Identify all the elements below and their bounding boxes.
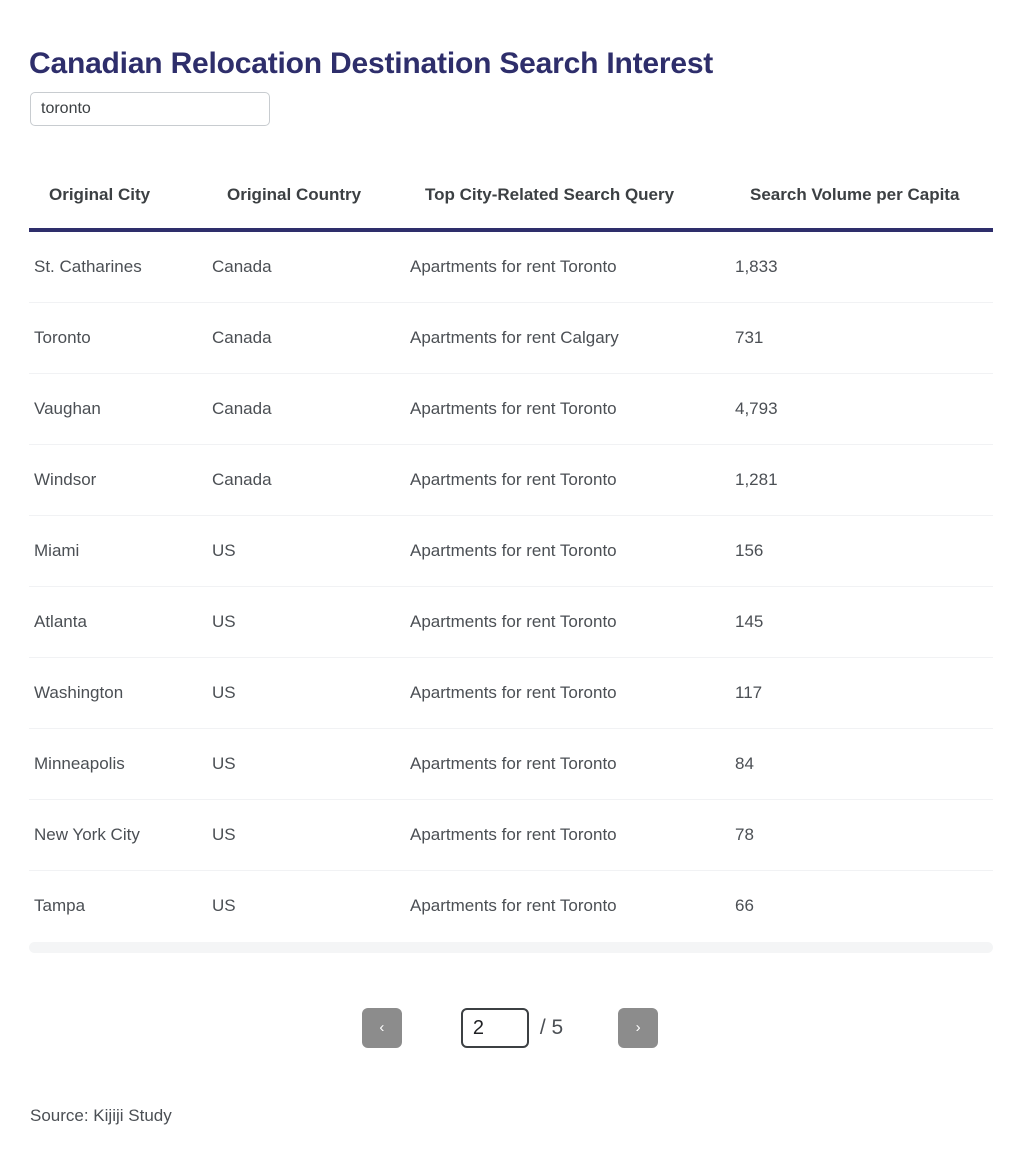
table-row: Windsor Canada Apartments for rent Toron… (29, 444, 993, 516)
cell-original-country: US (212, 896, 236, 915)
table-row: Tampa US Apartments for rent Toronto 66 (29, 871, 993, 942)
table-row: Miami US Apartments for rent Toronto 156 (29, 515, 993, 587)
cell-original-city: Windsor (29, 444, 207, 516)
chevron-left-icon: ‹ (379, 1019, 385, 1036)
cell-search-volume: 731 (730, 302, 993, 374)
cell-top-query: Apartments for rent Toronto (405, 657, 730, 729)
next-page-button[interactable]: › (618, 1008, 659, 1048)
source-note: Source: Kijiji Study (30, 1106, 172, 1125)
cell-search-volume: 117 (730, 657, 993, 729)
chevron-right-icon: › (635, 1019, 641, 1036)
cell-top-query: Apartments for rent Toronto (405, 444, 730, 516)
column-header-top-query[interactable]: Top City-Related Search Query (405, 170, 730, 232)
cell-top-query: Apartments for rent Toronto (405, 586, 730, 658)
pagination-controls: ‹ / 5 › (0, 1008, 1020, 1048)
cell-original-city: Miami (29, 515, 207, 587)
search-field-wrapper (30, 92, 270, 126)
table-row: Vaughan Canada Apartments for rent Toron… (29, 373, 993, 445)
cell-search-volume: 84 (730, 728, 993, 800)
cell-top-query: Apartments for rent Toronto (405, 230, 730, 303)
table-header-row: Original City Original Country Top City-… (29, 170, 993, 232)
cell-original-city: Tampa (34, 896, 86, 915)
page-root: Canadian Relocation Destination Search I… (0, 0, 1020, 1162)
column-header-original-country[interactable]: Original Country (207, 170, 405, 232)
cell-search-volume: 66 (735, 896, 754, 915)
cell-top-query: Apartments for rent Toronto (405, 728, 730, 800)
cell-original-city: St. Catharines (29, 230, 207, 303)
cell-original-country: Canada (207, 302, 405, 374)
table-row: St. Catharines Canada Apartments for ren… (29, 230, 993, 303)
total-pages-label: / 5 (539, 1016, 564, 1039)
cell-search-volume: 4,793 (730, 373, 993, 445)
cell-original-city: New York City (29, 799, 207, 871)
cell-search-volume: 145 (730, 586, 993, 658)
column-header-original-city[interactable]: Original City (29, 170, 207, 232)
cell-top-query: Apartments for rent Toronto (410, 896, 617, 915)
cell-search-volume: 156 (730, 515, 993, 587)
cell-top-query: Apartments for rent Calgary (405, 302, 730, 374)
cell-original-country: US (207, 657, 405, 729)
page-title: Canadian Relocation Destination Search I… (29, 47, 714, 81)
cell-search-volume: 1,281 (730, 444, 993, 516)
table-row: New York City US Apartments for rent Tor… (29, 799, 993, 871)
cell-original-city: Vaughan (29, 373, 207, 445)
table-body: St. Catharines Canada Apartments for ren… (29, 230, 993, 941)
table-row: Minneapolis US Apartments for rent Toron… (29, 728, 993, 800)
previous-page-button[interactable]: ‹ (361, 1008, 402, 1048)
cell-search-volume: 1,833 (730, 230, 993, 303)
cell-original-country: US (207, 799, 405, 871)
cell-search-volume: 78 (730, 799, 993, 871)
cell-top-query: Apartments for rent Toronto (405, 373, 730, 445)
cell-original-country: US (207, 515, 405, 587)
cell-original-city: Minneapolis (29, 728, 207, 800)
cell-top-query: Apartments for rent Toronto (405, 515, 730, 587)
search-input[interactable] (30, 92, 270, 126)
table-row: Washington US Apartments for rent Toront… (29, 657, 993, 729)
cell-original-city: Washington (29, 657, 207, 729)
cell-top-query: Apartments for rent Toronto (405, 799, 730, 871)
cell-original-country: Canada (207, 373, 405, 445)
results-table-container: Original City Original Country Top City-… (29, 170, 993, 953)
results-table: Original City Original Country Top City-… (29, 170, 993, 941)
cell-original-city: Toronto (29, 302, 207, 374)
table-row: Atlanta US Apartments for rent Toronto 1… (29, 586, 993, 658)
table-row: Toronto Canada Apartments for rent Calga… (29, 302, 993, 374)
table-header: Original City Original Country Top City-… (29, 170, 993, 232)
cell-original-country: Canada (207, 230, 405, 303)
cell-original-country: US (207, 728, 405, 800)
table-horizontal-scrollbar[interactable] (29, 942, 993, 953)
column-header-search-volume[interactable]: Search Volume per Capita (730, 170, 993, 232)
page-number-input[interactable] (460, 1008, 529, 1048)
cell-original-city: Atlanta (29, 586, 207, 658)
cell-original-country: US (207, 586, 405, 658)
cell-original-country: Canada (207, 444, 405, 516)
